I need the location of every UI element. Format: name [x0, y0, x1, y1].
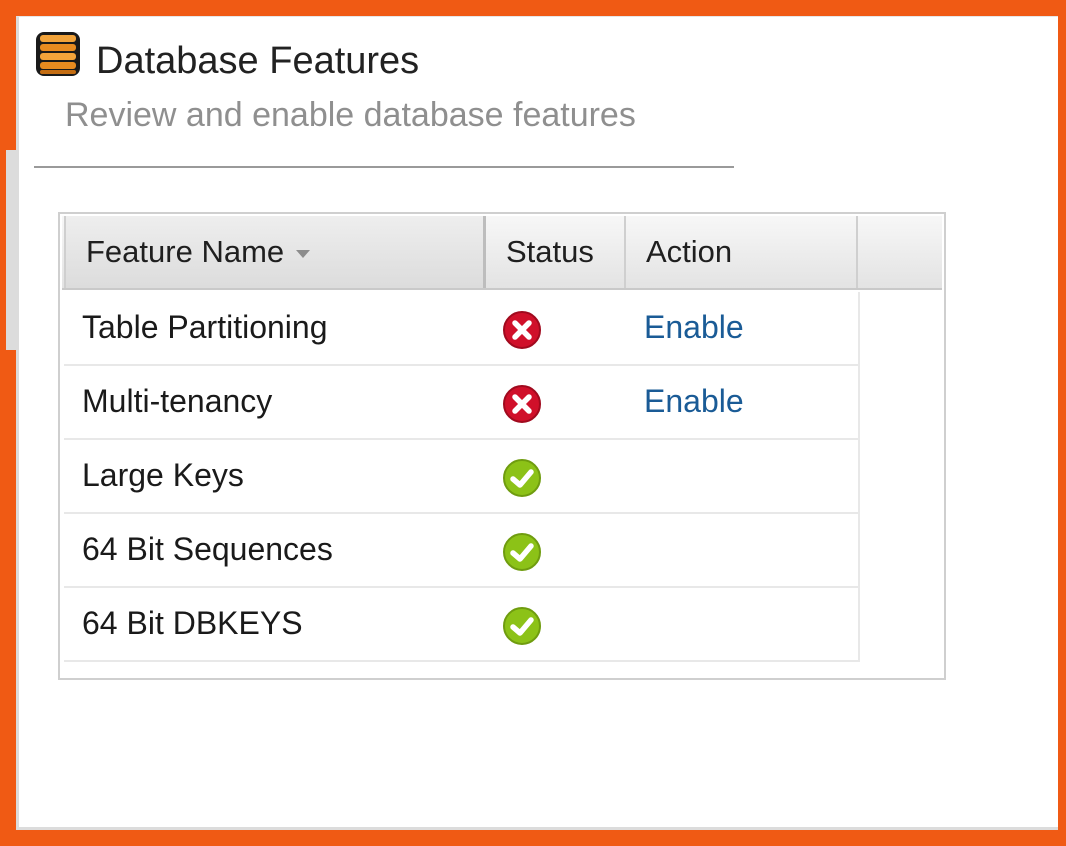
check-icon [503, 459, 541, 497]
column-header-action[interactable]: Action [626, 216, 858, 288]
frame-edge-top [6, 10, 16, 150]
column-header-feature-name[interactable]: Feature Name [64, 216, 486, 288]
feature-name-cell: Table Partitioning [82, 309, 328, 345]
table-row: 64 Bit DBKEYS [64, 588, 860, 662]
status-cell [502, 458, 562, 498]
status-cell [502, 532, 562, 572]
enable-link[interactable]: Enable [644, 366, 844, 438]
page-subtitle: Review and enable database features [65, 96, 636, 134]
page-title: Database Features [96, 40, 420, 82]
table-row: Multi-tenancy Enable [64, 366, 860, 440]
enable-link[interactable]: Enable [644, 292, 844, 364]
table-row: Table Partitioning Enable [64, 292, 860, 366]
column-header-action-label: Action [646, 234, 733, 269]
frame-edge-middle [6, 150, 16, 350]
feature-name-cell: 64 Bit Sequences [82, 531, 333, 567]
action-cell [644, 514, 844, 586]
features-table: Feature Name Status Action Table Partiti… [58, 212, 946, 680]
column-header-filler [858, 216, 942, 288]
table-row: Large Keys [64, 440, 860, 514]
sort-descending-icon[interactable] [296, 249, 311, 258]
database-icon [36, 32, 80, 76]
error-x-icon [503, 385, 541, 423]
table-row: 64 Bit Sequences [64, 514, 860, 588]
status-cell [502, 606, 562, 646]
action-cell [644, 588, 844, 660]
status-cell [502, 310, 562, 350]
error-x-icon [503, 311, 541, 349]
column-header-status[interactable]: Status [486, 216, 626, 288]
column-header-status-label: Status [506, 234, 594, 269]
feature-name-cell: Multi-tenancy [82, 383, 273, 419]
feature-name-cell: Large Keys [82, 457, 244, 493]
panel-header: Database Features Review and enable data… [34, 30, 734, 168]
frame-edge-bottom [6, 350, 16, 830]
status-cell [502, 384, 562, 424]
check-icon [503, 533, 541, 571]
action-cell [644, 440, 844, 512]
feature-name-cell: 64 Bit DBKEYS [82, 605, 303, 641]
check-icon [503, 607, 541, 645]
column-header-feature-name-label: Feature Name [86, 234, 285, 269]
table-header: Feature Name Status Action [62, 216, 942, 290]
